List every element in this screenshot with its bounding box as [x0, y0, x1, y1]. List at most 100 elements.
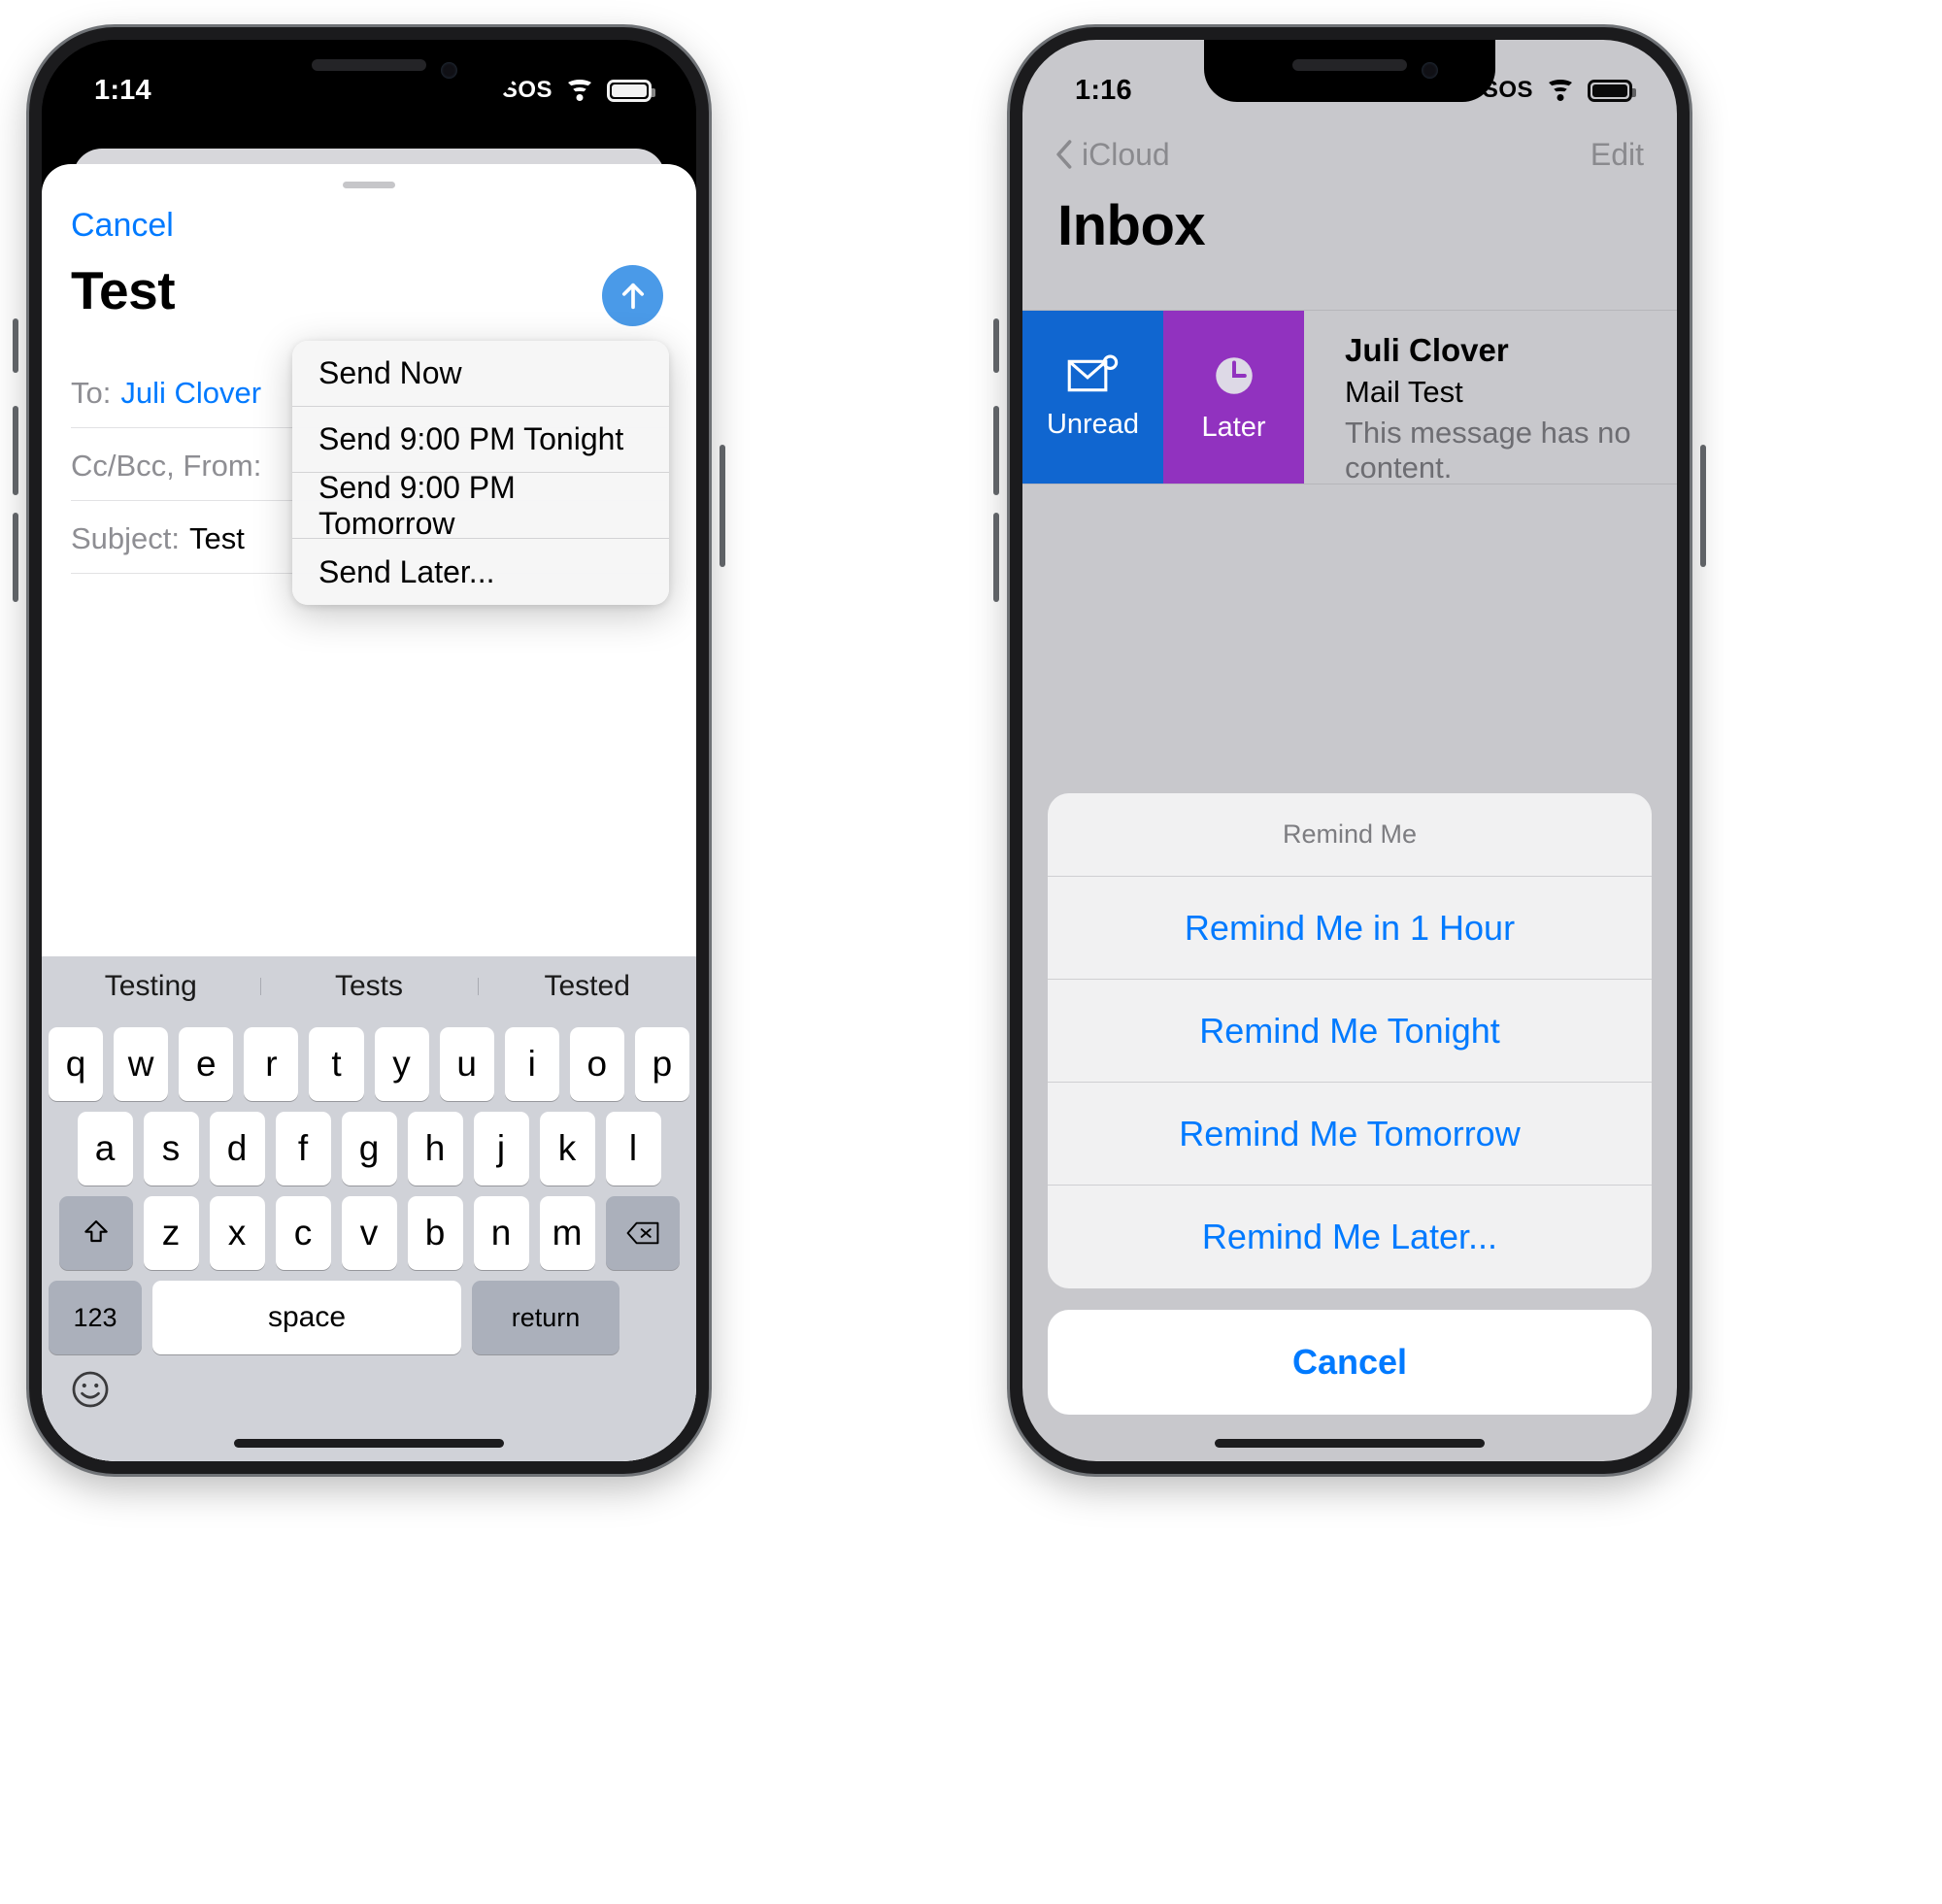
suggestion-1[interactable]: Tests: [259, 970, 479, 1003]
suggestion-0[interactable]: Testing: [42, 970, 260, 1003]
left-status-icons: SOS: [502, 77, 655, 104]
action-remind-tonight[interactable]: Remind Me Tonight: [1048, 980, 1652, 1083]
key-b[interactable]: b: [407, 1196, 463, 1270]
action-remind-1-hour[interactable]: Remind Me in 1 Hour: [1048, 877, 1652, 980]
key-t[interactable]: t: [309, 1027, 364, 1101]
left-notch: [223, 40, 515, 102]
volume-up-button[interactable]: [13, 406, 18, 495]
cancel-button[interactable]: Cancel: [71, 207, 174, 245]
menu-item-send-tonight[interactable]: Send 9:00 PM Tonight: [292, 407, 669, 473]
mute-switch-right[interactable]: [993, 318, 999, 373]
key-u[interactable]: u: [439, 1027, 494, 1101]
key-m[interactable]: m: [539, 1196, 595, 1270]
key-d[interactable]: d: [209, 1112, 265, 1186]
action-sheet-cancel-button[interactable]: Cancel: [1048, 1310, 1652, 1415]
mail-sender: Juli Clover: [1345, 332, 1509, 368]
right-phone-device: 1:16 SOS iCloud Edit Inbox Unread Later …: [993, 27, 1706, 1474]
emoji-icon: [72, 1371, 109, 1408]
chevron-left-icon: [1056, 140, 1072, 169]
key-p[interactable]: p: [634, 1027, 689, 1101]
compose-screen: Cancel Test To: Juli Clover Cc/Bcc, From…: [42, 40, 696, 1461]
page-title: Inbox: [1057, 194, 1206, 257]
return-key[interactable]: return: [472, 1281, 619, 1354]
action-remind-tomorrow[interactable]: Remind Me Tomorrow: [1048, 1083, 1652, 1186]
arrow-up-icon: [621, 283, 644, 309]
ccbcc-field-label: Cc/Bcc, From:: [71, 448, 262, 483]
swipe-action-unread-label: Unread: [1046, 408, 1140, 440]
compose-sheet: Cancel Test To: Juli Clover Cc/Bcc, From…: [42, 164, 696, 1461]
swipe-action-unread[interactable]: Unread: [1022, 311, 1163, 484]
keyboard-suggestion-bar: Testing Tests Tested: [42, 956, 696, 1017]
right-status-time: 1:16: [1075, 74, 1132, 106]
mail-row-content[interactable]: Juli Clover Mail Test This message has n…: [1304, 311, 1677, 484]
key-f[interactable]: f: [275, 1112, 331, 1186]
battery-icon: [607, 79, 655, 102]
keyboard-row-3: z x c v b n m: [42, 1196, 696, 1270]
right-front-camera: [1422, 62, 1438, 79]
key-z[interactable]: z: [143, 1196, 199, 1270]
key-w[interactable]: w: [114, 1027, 169, 1101]
mute-switch[interactable]: [13, 318, 18, 373]
mail-list-row[interactable]: Unread Later Juli Clover Mail Test This …: [1022, 310, 1677, 484]
send-options-context-menu: Send Now Send 9:00 PM Tonight Send 9:00 …: [292, 341, 669, 605]
key-x[interactable]: x: [209, 1196, 265, 1270]
left-phone-device: Cancel Test To: Juli Clover Cc/Bcc, From…: [13, 27, 725, 1474]
sheet-grabber[interactable]: [343, 182, 395, 188]
mail-inbox-screen: 1:16 SOS iCloud Edit Inbox Unread Later …: [1022, 40, 1677, 1461]
menu-item-send-now[interactable]: Send Now: [292, 341, 669, 407]
space-key[interactable]: space: [152, 1281, 461, 1354]
envelope-badge-icon: [1067, 353, 1118, 391]
numbers-key[interactable]: 123: [49, 1281, 142, 1354]
key-e[interactable]: e: [179, 1027, 234, 1101]
key-l[interactable]: l: [605, 1112, 661, 1186]
right-phone-screen: 1:16 SOS iCloud Edit Inbox Unread Later …: [1022, 40, 1677, 1461]
key-q[interactable]: q: [49, 1027, 104, 1101]
volume-down-button-right[interactable]: [993, 513, 999, 602]
emoji-key[interactable]: [69, 1368, 696, 1418]
keyboard-row-2: a s d f g h j k l: [42, 1112, 696, 1186]
right-home-indicator[interactable]: [1215, 1439, 1485, 1448]
left-front-camera: [441, 62, 457, 79]
key-o[interactable]: o: [569, 1027, 624, 1101]
wifi-icon: [565, 80, 594, 101]
edit-button[interactable]: Edit: [1590, 137, 1644, 173]
shift-key[interactable]: [58, 1196, 133, 1270]
key-n[interactable]: n: [473, 1196, 529, 1270]
send-button[interactable]: [602, 265, 663, 326]
to-field-value[interactable]: Juli Clover: [120, 376, 261, 411]
power-button[interactable]: [720, 445, 725, 567]
subject-field-value[interactable]: Test: [189, 521, 245, 556]
backspace-key[interactable]: [605, 1196, 680, 1270]
swipe-action-later[interactable]: Later: [1163, 311, 1304, 484]
backspace-icon: [626, 1221, 658, 1245]
action-sheet-title: Remind Me: [1048, 793, 1652, 877]
key-v[interactable]: v: [341, 1196, 397, 1270]
key-h[interactable]: h: [407, 1112, 463, 1186]
shift-icon: [84, 1219, 108, 1243]
key-g[interactable]: g: [341, 1112, 397, 1186]
wifi-icon-right: [1546, 80, 1575, 101]
menu-item-send-tomorrow[interactable]: Send 9:00 PM Tomorrow: [292, 470, 669, 541]
key-c[interactable]: c: [275, 1196, 331, 1270]
subject-field-label: Subject:: [71, 520, 181, 555]
menu-item-send-later[interactable]: Send Later...: [292, 539, 669, 605]
right-earpiece-speaker: [1292, 59, 1407, 71]
key-i[interactable]: i: [504, 1027, 559, 1101]
back-to-icloud-button[interactable]: iCloud: [1055, 137, 1170, 173]
suggestion-2[interactable]: Tested: [478, 970, 696, 1003]
action-remind-later[interactable]: Remind Me Later...: [1048, 1186, 1652, 1288]
keyboard-row-4: 123 space return: [42, 1281, 696, 1354]
mail-subject: Mail Test: [1345, 375, 1463, 409]
left-home-indicator[interactable]: [234, 1439, 504, 1448]
to-field-label: To:: [71, 375, 112, 410]
power-button-right[interactable]: [1700, 445, 1706, 567]
key-k[interactable]: k: [539, 1112, 595, 1186]
volume-down-button[interactable]: [13, 513, 18, 602]
key-j[interactable]: j: [473, 1112, 529, 1186]
back-button-label: iCloud: [1082, 136, 1170, 172]
key-s[interactable]: s: [143, 1112, 199, 1186]
key-r[interactable]: r: [244, 1027, 299, 1101]
key-a[interactable]: a: [77, 1112, 133, 1186]
key-y[interactable]: y: [374, 1027, 429, 1101]
volume-up-button-right[interactable]: [993, 406, 999, 495]
